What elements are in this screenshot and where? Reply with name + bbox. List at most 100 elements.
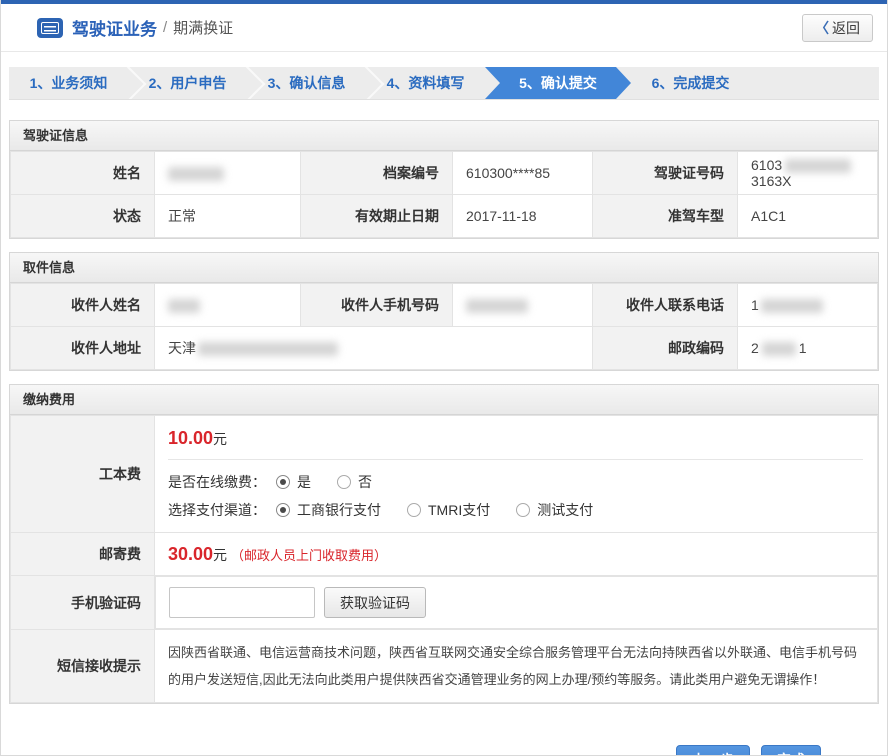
recipient-name-value xyxy=(155,284,301,327)
radio-label: 否 xyxy=(358,472,372,492)
postage-note: （邮政人员上门收取费用） xyxy=(231,548,387,563)
radio-channel-test[interactable]: 测试支付 xyxy=(516,500,593,520)
production-fee-amount-line: 10.00元 xyxy=(168,428,863,449)
radio-checked-icon xyxy=(276,503,290,517)
radio-unchecked-icon xyxy=(516,503,530,517)
radio-unchecked-icon xyxy=(337,475,351,489)
radio-channel-icbc[interactable]: 工商银行支付 xyxy=(276,500,381,520)
currency-unit: 元 xyxy=(213,431,227,447)
radio-label: 是 xyxy=(297,472,311,492)
online-pay-caption: 是否在线缴费： xyxy=(168,472,266,492)
list-card-icon xyxy=(37,18,63,38)
header: 驾驶证业务 / 期满换证 〈 返回 xyxy=(1,4,887,52)
step-5-confirm-submit-active: 5、确认提交 xyxy=(485,67,631,99)
name-value xyxy=(155,152,301,195)
table-row: 短信接收提示 因陕西省联通、电信运营商技术问题，陕西省互联网交通安全综合服务管理… xyxy=(11,630,878,703)
postcode-suffix: 1 xyxy=(799,340,807,356)
name-label: 姓名 xyxy=(11,152,155,195)
step-6-complete-submit: 6、完成提交 xyxy=(631,67,750,99)
expiry-label: 有效期止日期 xyxy=(301,195,453,238)
fees-section-title: 缴纳费用 xyxy=(10,385,878,415)
sms-code-cell: 获取验证码 xyxy=(155,576,878,629)
sms-code-input[interactable] xyxy=(169,587,315,618)
vehicle-type-label: 准驾车型 xyxy=(593,195,738,238)
postcode-label: 邮政编码 xyxy=(593,327,738,370)
recipient-phone-prefix: 1 xyxy=(751,297,759,313)
table-row: 姓名 档案编号 610300****85 驾驶证号码 61033163X xyxy=(11,152,878,195)
license-no-value: 61033163X xyxy=(738,152,878,195)
fees-section: 缴纳费用 工本费 10.00元 是否在线缴费： 是 xyxy=(9,384,879,704)
radio-online-pay-yes[interactable]: 是 xyxy=(276,472,311,492)
footer-actions: 上一步 完成 xyxy=(9,717,879,756)
postage-label: 邮寄费 xyxy=(11,533,155,576)
file-no-label: 档案编号 xyxy=(301,152,453,195)
divider xyxy=(168,459,863,460)
radio-online-pay-no[interactable]: 否 xyxy=(337,472,372,492)
redacted-value xyxy=(466,299,528,313)
recipient-mobile-label: 收件人手机号码 xyxy=(301,284,453,327)
pay-channel-caption: 选择支付渠道： xyxy=(168,500,266,520)
step-1-business-notice: 1、业务须知 xyxy=(9,67,128,99)
get-code-button[interactable]: 获取验证码 xyxy=(324,587,426,618)
license-section-title: 驾驶证信息 xyxy=(10,121,878,151)
prev-step-button[interactable]: 上一步 xyxy=(676,745,750,756)
main-content: 驾驶证信息 姓名 档案编号 610300****85 驾驶证号码 6103316… xyxy=(1,100,887,756)
postage-cell: 30.00元（邮政人员上门收取费用） xyxy=(155,533,878,576)
recipient-phone-label: 收件人联系电话 xyxy=(593,284,738,327)
chevron-left-icon: 〈 xyxy=(815,18,829,38)
back-button[interactable]: 〈 返回 xyxy=(802,14,873,42)
back-button-label: 返回 xyxy=(832,18,860,38)
redacted-value xyxy=(785,159,851,173)
license-no-prefix: 6103 xyxy=(751,157,782,173)
step-wizard: 1、业务须知 2、用户申告 3、确认信息 4、资料填写 5、确认提交 6、完成提… xyxy=(9,67,879,100)
page-subtitle: 期满换证 xyxy=(173,17,233,38)
pickup-info-section: 取件信息 收件人姓名 收件人手机号码 收件人联系电话 1 收件人地址 天津 xyxy=(9,252,879,371)
redacted-value xyxy=(168,167,224,181)
postage-amount: 30.00 xyxy=(168,544,213,564)
sms-tip-label: 短信接收提示 xyxy=(11,630,155,703)
redacted-value xyxy=(168,299,200,313)
production-fee-amount: 10.00 xyxy=(168,428,213,448)
table-row: 状态 正常 有效期止日期 2017-11-18 准驾车型 A1C1 xyxy=(11,195,878,238)
postcode-prefix: 2 xyxy=(751,340,759,356)
fees-table: 工本费 10.00元 是否在线缴费： 是 xyxy=(10,415,878,703)
radio-channel-tmri[interactable]: TMRI支付 xyxy=(407,500,490,520)
radio-unchecked-icon xyxy=(407,503,421,517)
recipient-address-label: 收件人地址 xyxy=(11,327,155,370)
redacted-value xyxy=(762,342,796,356)
page-title: 驾驶证业务 xyxy=(72,15,157,40)
production-fee-label: 工本费 xyxy=(11,416,155,533)
postcode-value: 21 xyxy=(738,327,878,370)
license-info-table: 姓名 档案编号 610300****85 驾驶证号码 61033163X 状态 … xyxy=(10,151,878,238)
radio-label: 测试支付 xyxy=(537,500,593,520)
license-info-section: 驾驶证信息 姓名 档案编号 610300****85 驾驶证号码 6103316… xyxy=(9,120,879,239)
table-row: 收件人地址 天津 邮政编码 21 xyxy=(11,327,878,370)
recipient-mobile-value xyxy=(453,284,593,327)
vehicle-type-value: A1C1 xyxy=(738,195,878,238)
table-row: 收件人姓名 收件人手机号码 收件人联系电话 1 xyxy=(11,284,878,327)
table-row: 手机验证码 获取验证码 xyxy=(11,576,878,630)
online-pay-row: 是否在线缴费： 是 否 xyxy=(168,472,863,492)
pickup-section-title: 取件信息 xyxy=(10,253,878,283)
recipient-address-prefix: 天津 xyxy=(168,340,196,356)
redacted-value xyxy=(198,342,338,356)
radio-checked-icon xyxy=(276,475,290,489)
pickup-info-table: 收件人姓名 收件人手机号码 收件人联系电话 1 收件人地址 天津 邮政编码 xyxy=(10,283,878,370)
file-no-value: 610300****85 xyxy=(453,152,593,195)
sms-tip-text: 因陕西省联通、电信运营商技术问题，陕西省互联网交通安全综合服务管理平台无法向持陕… xyxy=(155,630,878,703)
table-row: 邮寄费 30.00元（邮政人员上门收取费用） xyxy=(11,533,878,576)
sms-code-label: 手机验证码 xyxy=(11,576,155,630)
breadcrumb-separator: / xyxy=(163,19,167,36)
stepbar-filler xyxy=(750,67,879,99)
page: 驾驶证业务 / 期满换证 〈 返回 1、业务须知 2、用户申告 3、确认信息 4… xyxy=(0,0,888,756)
radio-label: 工商银行支付 xyxy=(297,500,381,520)
finish-button[interactable]: 完成 xyxy=(761,745,821,756)
pay-channel-row: 选择支付渠道： 工商银行支付 TMRI支付 测试支付 xyxy=(168,500,863,520)
license-no-suffix: 3163X xyxy=(751,173,791,189)
production-fee-cell: 10.00元 是否在线缴费： 是 否 xyxy=(155,416,878,533)
expiry-value: 2017-11-18 xyxy=(453,195,593,238)
recipient-phone-value: 1 xyxy=(738,284,878,327)
table-row: 工本费 10.00元 是否在线缴费： 是 xyxy=(11,416,878,533)
status-label: 状态 xyxy=(11,195,155,238)
status-value: 正常 xyxy=(155,195,301,238)
